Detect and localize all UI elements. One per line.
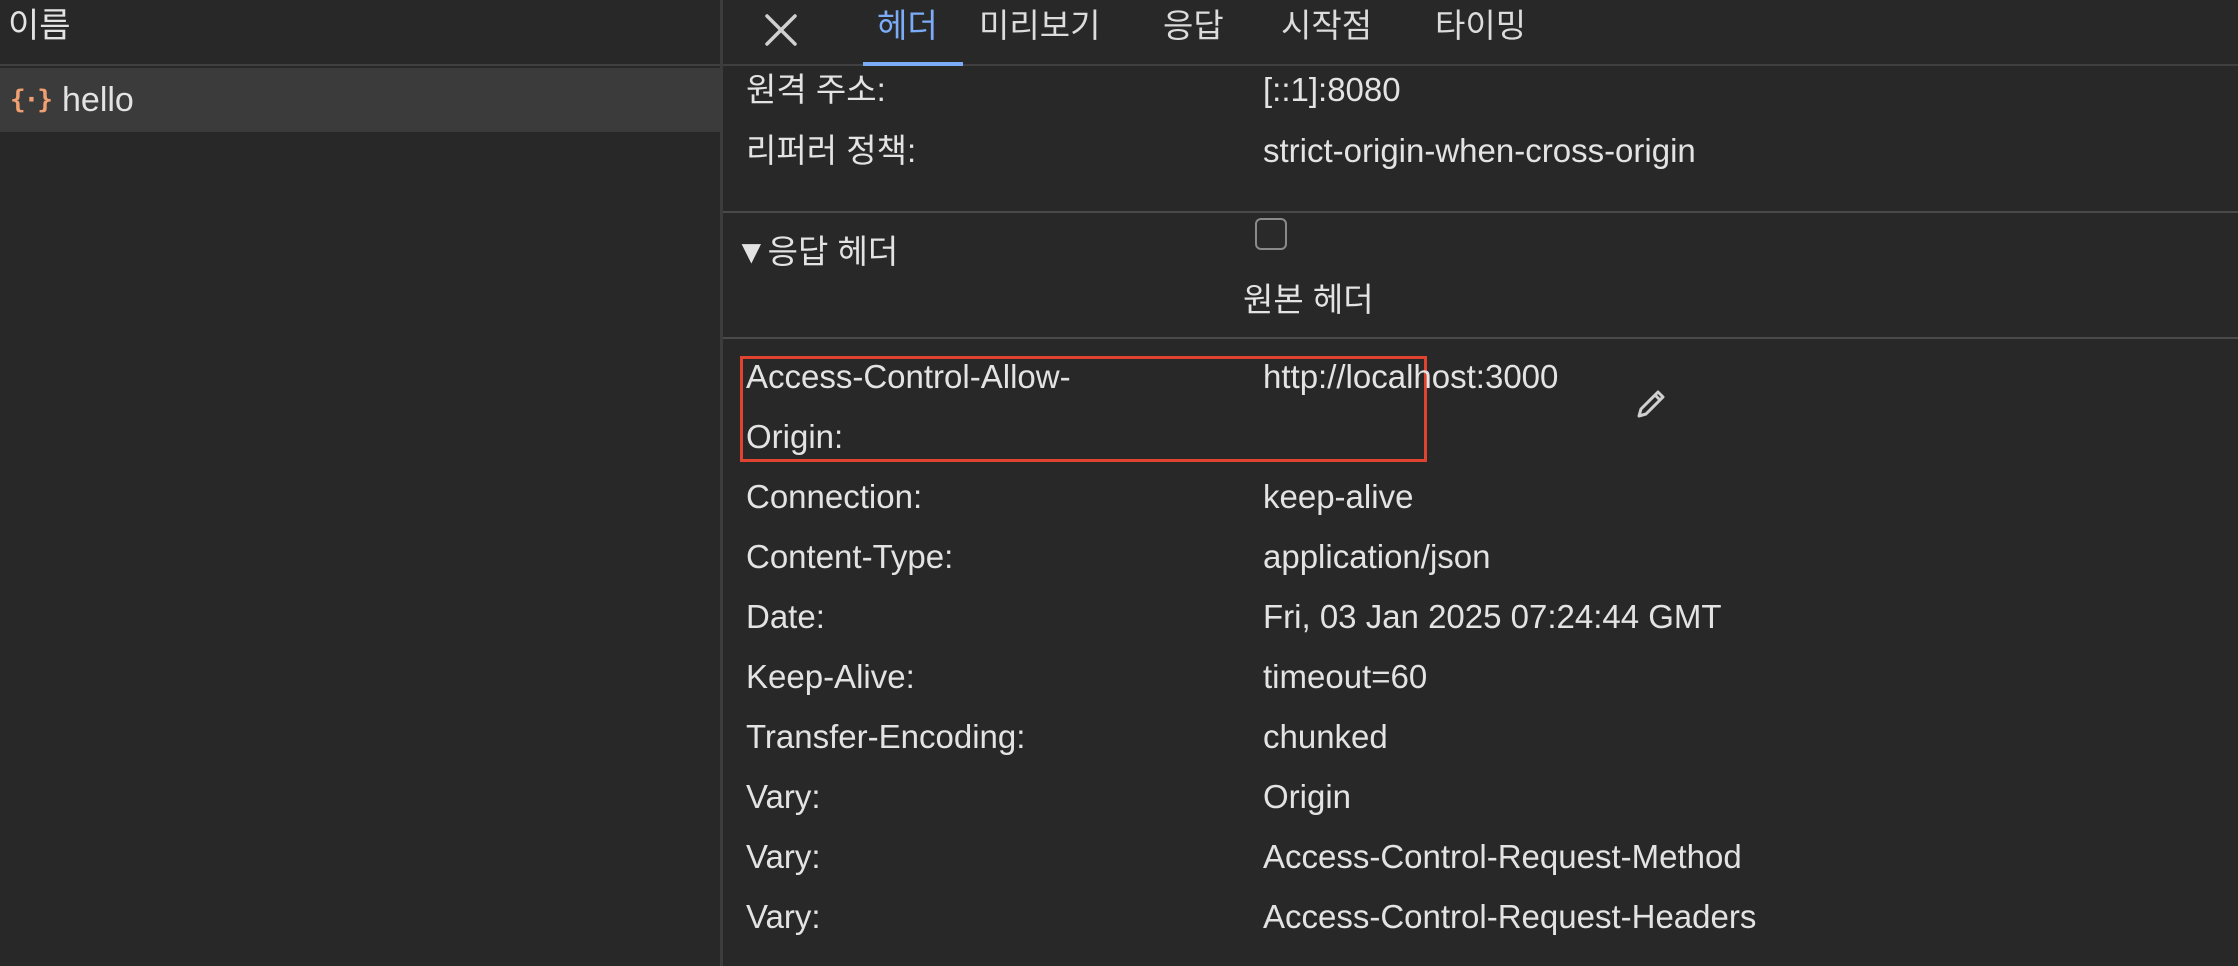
header-key-acao-line2: Origin: (746, 418, 844, 455)
header-value-vary-headers: Access-Control-Request-Headers (1263, 898, 1757, 935)
tab-initiator[interactable]: 시작점 (1281, 0, 1372, 66)
details-tabbar: 헤더 미리보기 응답 시작점 타이밍 (723, 0, 2238, 66)
name-column-label: 이름 (8, 7, 71, 45)
request-list-panel: 이름 {·} hello (0, 0, 720, 966)
section-divider (723, 337, 2238, 339)
header-value-connection: keep-alive (1263, 478, 1414, 515)
header-value-content-type: application/json (1263, 538, 1491, 575)
response-headers-section-toggle[interactable]: ▼응답 헤더 (735, 232, 898, 272)
name-column-header[interactable]: 이름 (0, 0, 720, 66)
section-divider (723, 211, 2238, 213)
remote-address-key: 원격 주소: (746, 71, 886, 108)
header-key-vary: Vary: (746, 898, 821, 935)
header-value-vary-origin: Origin (1263, 778, 1352, 815)
header-value-keep-alive: timeout=60 (1263, 658, 1428, 695)
header-key-date: Date: (746, 598, 825, 635)
header-key-vary: Vary: (746, 778, 821, 815)
header-key-transfer-encoding: Transfer-Encoding: (746, 718, 1026, 755)
request-name: hello (62, 81, 134, 119)
header-key-vary: Vary: (746, 838, 821, 875)
raw-headers-checkbox[interactable] (1255, 218, 1287, 250)
header-key-acao-line1: Access-Control-Allow- (746, 358, 1071, 395)
edit-pencil-icon[interactable] (1633, 386, 1669, 422)
tab-headers[interactable]: 헤더 (863, 0, 963, 66)
header-key-connection: Connection: (746, 478, 923, 515)
request-row-hello[interactable]: {·} hello (0, 68, 720, 132)
tab-response[interactable]: 응답 (1163, 0, 1224, 66)
raw-headers-label: 원본 헤더 (1243, 281, 1374, 318)
json-braces-icon: {·} (10, 85, 53, 115)
tab-timing[interactable]: 타이밍 (1435, 0, 1526, 66)
remote-address-value: [::1]:8080 (1263, 71, 1401, 108)
request-details-panel: 헤더 미리보기 응답 시작점 타이밍 원격 주소: [::1]:8080 리퍼러… (723, 0, 2238, 966)
header-value-vary-method: Access-Control-Request-Method (1263, 838, 1742, 875)
close-icon[interactable] (761, 10, 801, 50)
tab-preview[interactable]: 미리보기 (979, 0, 1100, 66)
header-value-transfer-encoding: chunked (1263, 718, 1388, 755)
header-value-acao: http://localhost:3000 (1263, 358, 1559, 395)
header-value-date: Fri, 03 Jan 2025 07:24:44 GMT (1263, 598, 1722, 635)
header-key-keep-alive: Keep-Alive: (746, 658, 915, 695)
referrer-policy-value: strict-origin-when-cross-origin (1263, 132, 1696, 169)
referrer-policy-key: 리퍼러 정책: (746, 132, 917, 169)
header-key-content-type: Content-Type: (746, 538, 954, 575)
